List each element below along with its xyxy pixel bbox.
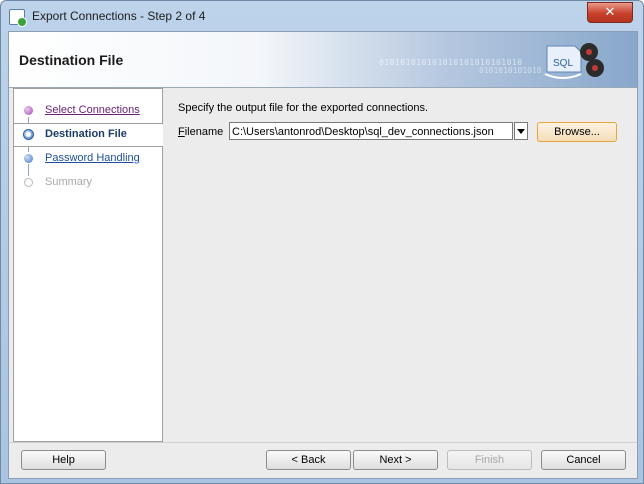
title-bar[interactable]: Export Connections - Step 2 of 4 ✕ — [1, 1, 643, 31]
step-label: Select Connections — [45, 104, 140, 116]
step-label: Summary — [45, 176, 93, 188]
page-title: Destination File — [19, 52, 124, 68]
close-button[interactable]: ✕ — [587, 2, 633, 23]
app-icon — [9, 9, 27, 27]
step-next-icon — [24, 154, 33, 163]
binary-decoration-2: 0101010101010 — [479, 66, 542, 75]
step-current-icon — [23, 129, 34, 140]
step-summary: Summary — [14, 172, 162, 194]
step-password-handling[interactable]: Password Handling — [14, 148, 162, 170]
filename-dropdown-arrow-icon[interactable] — [514, 122, 528, 140]
step-label: Destination File — [45, 128, 127, 140]
step-label: Password Handling — [45, 152, 140, 164]
step-disabled-icon — [24, 178, 33, 187]
finish-button: Finish — [447, 450, 532, 470]
step-select-connections[interactable]: Select Connections — [14, 100, 162, 122]
back-button[interactable]: < Back — [266, 450, 351, 470]
export-connections-window: Export Connections - Step 2 of 4 ✕ Desti… — [0, 0, 644, 484]
window-title: Export Connections - Step 2 of 4 — [32, 9, 206, 23]
filename-label-rest: ilename — [184, 126, 224, 138]
dialog-client-area: Destination File 01010101010101010101010… — [8, 31, 638, 479]
wizard-header: Destination File 01010101010101010101010… — [9, 32, 637, 88]
filename-label: Filename — [178, 126, 223, 138]
browse-button[interactable]: Browse... — [537, 122, 617, 142]
filename-mnemonic: F — [178, 126, 185, 138]
filename-input[interactable]: C:\Users\antonrod\Desktop\sql_dev_connec… — [229, 122, 513, 140]
instruction-text: Specify the output file for the exported… — [178, 102, 429, 114]
svg-text:SQL: SQL — [553, 58, 573, 69]
help-button[interactable]: Help — [21, 450, 106, 470]
next-button[interactable]: Next > — [353, 450, 438, 470]
footer-separator — [9, 442, 637, 443]
step-destination-file[interactable]: Destination File — [14, 123, 163, 147]
sql-export-icon: SQL — [544, 43, 604, 79]
wizard-steps-panel: Select Connections Destination File Pass… — [13, 88, 163, 442]
cancel-button[interactable]: Cancel — [541, 450, 626, 470]
step-visited-icon — [24, 106, 33, 115]
